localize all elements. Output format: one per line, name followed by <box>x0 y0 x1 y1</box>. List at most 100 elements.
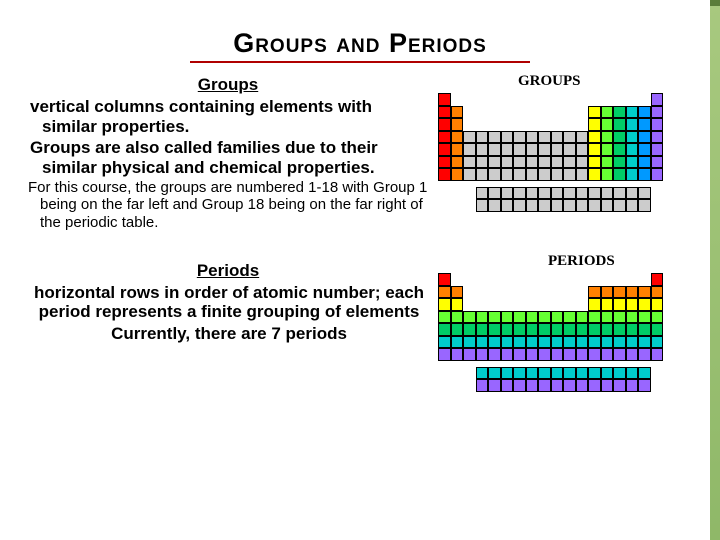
pt-cell <box>513 379 526 392</box>
pt-cell <box>576 199 589 212</box>
pt-cell <box>651 118 664 131</box>
pt-cell <box>438 143 451 156</box>
pt-cell <box>601 367 614 380</box>
pt-cell <box>601 187 614 200</box>
pt-cell <box>601 143 614 156</box>
pt-cell <box>513 168 526 181</box>
pt-cell <box>626 298 639 311</box>
pt-cell <box>588 348 601 361</box>
pt-cell <box>513 367 526 380</box>
pt-cell <box>626 367 639 380</box>
pt-cell <box>501 168 514 181</box>
pt-cell <box>563 156 576 169</box>
pt-cell <box>588 298 601 311</box>
pt-cell <box>451 348 464 361</box>
pt-cell <box>476 143 489 156</box>
pt-cell <box>626 118 639 131</box>
pt-cell <box>601 298 614 311</box>
pt-cell <box>451 286 464 299</box>
pt-cell <box>451 118 464 131</box>
pt-cell <box>563 379 576 392</box>
figure-column: GROUPS PERIODS <box>428 75 698 431</box>
pt-cell <box>563 323 576 336</box>
pt-cell <box>563 311 576 324</box>
pt-cell <box>463 348 476 361</box>
pt-cell <box>576 187 589 200</box>
pt-cell <box>476 348 489 361</box>
pt-cell <box>651 348 664 361</box>
pt-cell <box>626 336 639 349</box>
pt-cell <box>651 286 664 299</box>
pt-cell <box>588 336 601 349</box>
pt-cell <box>601 336 614 349</box>
pt-cell <box>563 168 576 181</box>
pt-cell <box>613 367 626 380</box>
pt-cell <box>438 298 451 311</box>
pt-cell <box>626 348 639 361</box>
pt-cell <box>488 168 501 181</box>
side-accent-bar <box>710 0 720 540</box>
pt-cell <box>613 143 626 156</box>
pt-cell <box>526 143 539 156</box>
pt-cell <box>651 143 664 156</box>
pt-cell <box>576 311 589 324</box>
pt-cell <box>638 311 651 324</box>
pt-cell <box>638 143 651 156</box>
pt-cell <box>551 379 564 392</box>
pt-cell <box>538 187 551 200</box>
pt-cell <box>463 168 476 181</box>
pt-cell <box>601 168 614 181</box>
pt-cell <box>638 131 651 144</box>
pt-cell <box>601 106 614 119</box>
pt-cell <box>551 348 564 361</box>
pt-cell <box>551 187 564 200</box>
pt-cell <box>488 311 501 324</box>
pt-cell <box>563 336 576 349</box>
pt-cell <box>538 348 551 361</box>
pt-cell <box>551 336 564 349</box>
pt-cell <box>463 336 476 349</box>
pt-cell <box>476 323 489 336</box>
pt-cell <box>488 156 501 169</box>
groups-definition: vertical columns containing elements wit… <box>40 97 428 136</box>
pt-cell <box>626 323 639 336</box>
pt-cell <box>626 379 639 392</box>
pt-cell <box>601 311 614 324</box>
groups-course-note: For this course, the groups are numbered… <box>40 179 428 231</box>
pt-cell <box>538 168 551 181</box>
pt-cell <box>438 311 451 324</box>
pt-cell <box>451 323 464 336</box>
pt-cell <box>501 156 514 169</box>
pt-cell <box>513 131 526 144</box>
groups-heading: Groups <box>28 75 428 95</box>
pt-cell <box>588 118 601 131</box>
pt-cell <box>451 131 464 144</box>
pt-cell <box>463 131 476 144</box>
pt-cell <box>488 187 501 200</box>
periods-figure-label: PERIODS <box>548 253 615 270</box>
pt-cell <box>588 367 601 380</box>
pt-cell <box>501 199 514 212</box>
periods-definition: horizontal rows in order of atomic numbe… <box>28 283 428 322</box>
pt-cell <box>476 156 489 169</box>
pt-cell <box>563 187 576 200</box>
pt-cell <box>476 367 489 380</box>
pt-cell <box>501 323 514 336</box>
pt-cell <box>513 187 526 200</box>
pt-cell <box>551 367 564 380</box>
pt-cell <box>651 336 664 349</box>
pt-cell <box>501 367 514 380</box>
pt-cell <box>588 106 601 119</box>
pt-cell <box>438 131 451 144</box>
pt-cell <box>526 168 539 181</box>
pt-cell <box>551 131 564 144</box>
pt-cell <box>613 286 626 299</box>
pt-cell <box>601 379 614 392</box>
pt-cell <box>613 379 626 392</box>
periods-figure: PERIODS <box>438 255 698 425</box>
pt-cell <box>601 286 614 299</box>
pt-cell <box>538 143 551 156</box>
pt-cell <box>476 311 489 324</box>
pt-cell <box>576 143 589 156</box>
pt-cell <box>626 286 639 299</box>
